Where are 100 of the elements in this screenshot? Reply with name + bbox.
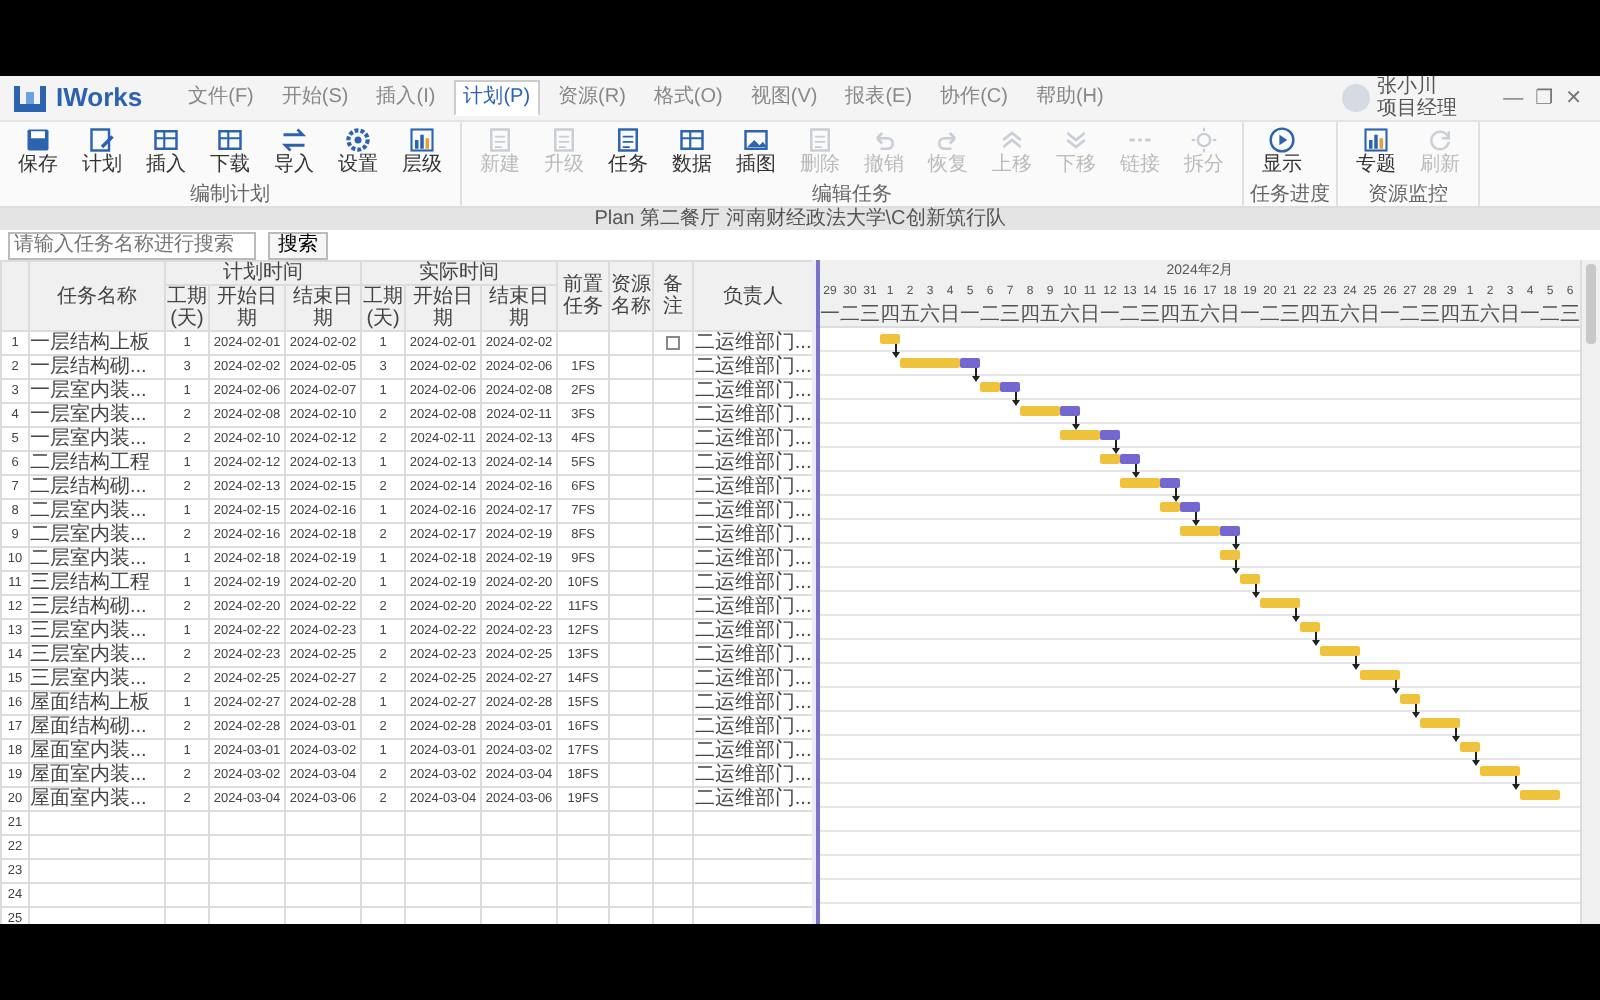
delay-bar[interactable] bbox=[1100, 430, 1120, 440]
task-bar[interactable] bbox=[1120, 478, 1160, 488]
toolbar-button[interactable]: 下载 bbox=[198, 122, 262, 184]
task-bar[interactable] bbox=[1100, 454, 1120, 464]
delay-bar[interactable] bbox=[1000, 382, 1020, 392]
menu-tab[interactable]: 报表(E) bbox=[835, 80, 923, 116]
table-cell: 三层室内装... bbox=[29, 619, 165, 643]
weekday-label: 五 bbox=[1040, 304, 1060, 328]
table-icon bbox=[152, 126, 180, 154]
table-cell: 二层室内装... bbox=[29, 547, 165, 571]
task-bar[interactable] bbox=[1400, 694, 1420, 704]
document-icon bbox=[550, 126, 578, 154]
table-cell: 屋面室内装... bbox=[29, 787, 165, 811]
toolbar-button[interactable]: 插入 bbox=[134, 122, 198, 184]
menu-tab[interactable]: 计划(P) bbox=[453, 80, 541, 116]
task-bar[interactable] bbox=[1320, 646, 1360, 656]
task-bar[interactable] bbox=[1480, 766, 1520, 776]
menu-tab[interactable]: 协作(C) bbox=[930, 80, 1018, 116]
document-icon bbox=[486, 126, 514, 154]
weekday-label: 五 bbox=[1460, 304, 1480, 328]
delay-bar[interactable] bbox=[1220, 526, 1240, 536]
toolbar-button[interactable]: 层级 bbox=[390, 122, 454, 184]
user-name: 张小川 bbox=[1377, 76, 1440, 98]
weekday-label: 三 bbox=[1560, 304, 1580, 328]
task-bar[interactable] bbox=[1220, 550, 1240, 560]
weekday-label: 日 bbox=[1360, 304, 1380, 328]
task-bar[interactable] bbox=[1160, 502, 1180, 512]
weekday-label: 二 bbox=[840, 304, 860, 328]
task-bar[interactable] bbox=[1020, 406, 1060, 416]
picture-icon bbox=[742, 126, 770, 154]
delay-bar[interactable] bbox=[1120, 454, 1140, 464]
weekday-label: 四 bbox=[1300, 304, 1320, 328]
splitter[interactable] bbox=[812, 260, 820, 924]
user-role: 项目经理 bbox=[1377, 98, 1458, 120]
window-control[interactable]: ✕ bbox=[1559, 83, 1588, 113]
dependency-arrow bbox=[892, 343, 900, 358]
toolbar-button[interactable]: 保存 bbox=[6, 122, 70, 184]
group-label: 资源监控 bbox=[1366, 184, 1450, 206]
task-bar[interactable] bbox=[1260, 598, 1300, 608]
menu-tab[interactable]: 视图(V) bbox=[740, 80, 828, 116]
toolbar-button[interactable]: 任务 bbox=[596, 122, 660, 184]
toolbar-button[interactable]: 数据 bbox=[660, 122, 724, 184]
task-bar[interactable] bbox=[880, 334, 900, 344]
search-field[interactable]: 请输入任务名称进行搜索 bbox=[8, 231, 256, 259]
note-icon[interactable] bbox=[666, 335, 681, 350]
toolbar-button[interactable]: 导入 bbox=[262, 122, 326, 184]
toolbar-button[interactable]: 计划 bbox=[70, 122, 134, 184]
weekday-label: 三 bbox=[1420, 304, 1440, 328]
delay-bar[interactable] bbox=[1160, 478, 1180, 488]
window-control[interactable]: ❐ bbox=[1529, 83, 1560, 113]
delay-bar[interactable] bbox=[1060, 406, 1080, 416]
menu-tab[interactable]: 开始(S) bbox=[271, 80, 359, 116]
chevrons-up-icon bbox=[998, 126, 1026, 154]
toolbar-button[interactable]: 显示 bbox=[1250, 122, 1314, 184]
delay-bar[interactable] bbox=[960, 358, 980, 368]
task-bar[interactable] bbox=[1240, 574, 1260, 584]
task-bar[interactable] bbox=[1520, 790, 1560, 800]
chevrons-down-icon bbox=[1062, 126, 1090, 154]
task-bar[interactable] bbox=[1300, 622, 1320, 632]
menu-tab[interactable]: 帮助(H) bbox=[1025, 80, 1114, 116]
toolbar-button[interactable]: 插图 bbox=[724, 122, 788, 184]
table-cell: 二层结构工程 bbox=[29, 451, 165, 475]
weekday-label: 六 bbox=[1200, 304, 1220, 328]
toolbar-button[interactable]: 专题 bbox=[1344, 122, 1408, 184]
weekday-label: 二 bbox=[1120, 304, 1140, 328]
task-bar[interactable] bbox=[900, 358, 960, 368]
play-icon bbox=[1268, 126, 1296, 154]
task-bar[interactable] bbox=[1180, 526, 1220, 536]
weekday-label: 四 bbox=[1020, 304, 1040, 328]
weekday-label: 日 bbox=[1080, 304, 1100, 328]
search-button[interactable]: 搜索 bbox=[268, 231, 328, 259]
task-bar[interactable] bbox=[980, 382, 1000, 392]
table-cell: 二层室内装... bbox=[29, 499, 165, 523]
task-bar[interactable] bbox=[1060, 430, 1100, 440]
weekday-label: 三 bbox=[1140, 304, 1160, 328]
toolbar-button[interactable]: 设置 bbox=[326, 122, 390, 184]
weekday-label: 二 bbox=[1540, 304, 1560, 328]
table-cell: 一层室内装... bbox=[29, 427, 165, 451]
weekday-label: 一 bbox=[1380, 304, 1400, 328]
weekday-label: 四 bbox=[1440, 304, 1460, 328]
dependency-arrow bbox=[1512, 775, 1520, 790]
column-header: 负责人 bbox=[693, 261, 812, 331]
delay-bar[interactable] bbox=[1180, 502, 1200, 512]
column-header: 结束日期 bbox=[481, 285, 558, 331]
weekday-label: 三 bbox=[860, 304, 880, 328]
menu-tab[interactable]: 资源(R) bbox=[548, 80, 636, 116]
window-control[interactable]: — bbox=[1497, 83, 1530, 113]
task-bar[interactable] bbox=[1360, 670, 1400, 680]
settings-icon bbox=[344, 126, 372, 154]
column-header: 前置任务 bbox=[557, 261, 610, 331]
task-bar[interactable] bbox=[1420, 718, 1460, 728]
task-bar[interactable] bbox=[1460, 742, 1480, 752]
weekday-label: 三 bbox=[1000, 304, 1020, 328]
column-header: 备注 bbox=[653, 261, 694, 331]
menu-tab[interactable]: 插入(I) bbox=[366, 80, 446, 116]
table-cell: 一层结构砌... bbox=[29, 355, 165, 379]
scrollbar[interactable] bbox=[1580, 260, 1600, 924]
menu-tab[interactable]: 文件(F) bbox=[178, 80, 264, 116]
weekday-label: 日 bbox=[1500, 304, 1520, 328]
menu-tab[interactable]: 格式(O) bbox=[643, 80, 733, 116]
